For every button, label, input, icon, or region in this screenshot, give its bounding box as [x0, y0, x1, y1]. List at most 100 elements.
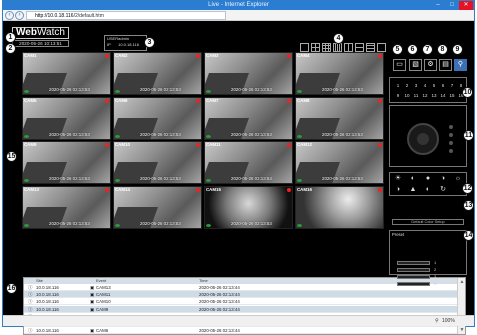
- preset-slot[interactable]: [397, 275, 430, 279]
- channel-button[interactable]: 6: [439, 82, 447, 89]
- record-button[interactable]: ▧: [409, 59, 422, 71]
- camera-name: CAM5: [24, 97, 37, 103]
- log-row[interactable]: ⓘ 10.0.18.116 ▣ CAM11 2020-05-26 02:13:44: [24, 291, 458, 299]
- close-button[interactable]: ✕: [459, 1, 473, 10]
- camera-name: CAM2: [115, 53, 128, 58]
- camera-name: CAM1: [24, 53, 37, 58]
- ptz-joystick[interactable]: [407, 123, 439, 155]
- camera-tile[interactable]: CAM2 2020-05-26 02:13:53: [113, 52, 202, 95]
- current-datetime: 2020-05-26 10:13:51: [12, 40, 69, 47]
- camera-feed: [296, 186, 383, 228]
- layout-6-button[interactable]: [344, 43, 353, 52]
- channel-button[interactable]: 13: [430, 92, 438, 99]
- camera-tile[interactable]: CAM5 2020-05-26 02:13:53: [22, 96, 111, 140]
- camera-tile[interactable]: CAM16: [295, 185, 384, 229]
- playback-button[interactable]: ▤: [439, 59, 452, 71]
- ptz-center[interactable]: [417, 133, 429, 145]
- minimize-button[interactable]: –: [431, 1, 445, 10]
- preset-number: 3: [434, 274, 437, 279]
- status-dot-icon: [115, 179, 120, 182]
- image-adjust-icon[interactable]: ↻: [439, 186, 447, 194]
- image-adjust-icon[interactable]: ☀: [394, 175, 402, 183]
- preset-slot[interactable]: [397, 268, 430, 272]
- image-adjust-icon[interactable]: ▲: [409, 186, 417, 194]
- settings-button[interactable]: ⚙: [424, 59, 437, 71]
- back-icon[interactable]: ‹: [5, 11, 14, 20]
- log-row[interactable]: ⓘ 10.0.18.116 ▣ CAM10 2020-05-26 02:13:44: [24, 298, 458, 306]
- log-row[interactable]: ⓘ 10.0.18.116 ▣ CAM9 2020-05-26 02:13:44: [24, 305, 458, 313]
- camera-tile[interactable]: CAM10 2020-05-26 02:13:53: [113, 141, 202, 184]
- zoom-level[interactable]: 100%: [442, 316, 455, 326]
- callout-marker: 15: [6, 151, 17, 162]
- camera-tile[interactable]: CAM9 2020-05-26 02:13:53: [22, 141, 111, 184]
- maximize-button[interactable]: □: [445, 1, 459, 10]
- forward-icon[interactable]: ›: [15, 11, 24, 20]
- channel-button[interactable]: 10: [403, 92, 411, 99]
- status-dot-icon: [206, 90, 211, 93]
- camera-tile[interactable]: CAM4 2020-05-26 02:13:53: [295, 52, 384, 95]
- channel-button[interactable]: 2: [403, 82, 411, 89]
- channel-button[interactable]: 12: [421, 92, 429, 99]
- layout-4-button[interactable]: [311, 43, 320, 52]
- status-dot-icon: [115, 223, 120, 227]
- camera-tile[interactable]: CAM1 2020-05-26 02:13:53: [22, 52, 111, 95]
- layout-1-button[interactable]: [300, 43, 309, 52]
- camera-tile[interactable]: CAM12 2020-05-26 02:13:53: [295, 141, 384, 184]
- camera-tile[interactable]: CAM14 2020-05-26 02:13:53: [113, 185, 202, 229]
- preset-slot[interactable]: [397, 282, 430, 286]
- camera-tile[interactable]: CAM3 2020-05-26 02:13:53: [204, 52, 293, 95]
- channel-button[interactable]: 9: [394, 92, 402, 99]
- snapshot-button[interactable]: ▭: [393, 59, 406, 71]
- image-adjust-icon[interactable]: ◑: [439, 175, 447, 183]
- scroll-down-icon[interactable]: ▼: [459, 327, 465, 333]
- camera-tile[interactable]: CAM13 2020-05-26 02:13:53: [22, 185, 111, 229]
- channel-button[interactable]: 3: [412, 82, 420, 89]
- status-dot-icon: [24, 179, 29, 182]
- focus-icon[interactable]: [449, 141, 453, 145]
- channel-button[interactable]: 5: [430, 82, 438, 89]
- camera-tile[interactable]: CAM11 2020-05-26 02:13:53: [204, 141, 293, 184]
- layout-16-button[interactable]: [333, 43, 342, 52]
- channel-button[interactable]: 4: [421, 82, 429, 89]
- record-indicator-icon: [378, 187, 382, 192]
- channel-button[interactable]: 14: [439, 92, 447, 99]
- status-dot-icon: [206, 134, 211, 138]
- channel-button[interactable]: 15: [448, 92, 456, 99]
- status-dot-icon: [297, 90, 302, 93]
- address-bar: ‹ › http://10.0.18.116/2/default.htm: [3, 10, 474, 21]
- image-adjust-icon[interactable]: ●: [424, 175, 432, 183]
- log-event: CAM13: [96, 285, 111, 290]
- iris-icon[interactable]: [449, 149, 453, 153]
- channel-button[interactable]: 7: [448, 82, 456, 89]
- channel-button[interactable]: 1: [394, 82, 402, 89]
- default-color-button[interactable]: Default Color Setup: [392, 219, 464, 225]
- image-adjust-icon[interactable]: ◐: [424, 186, 432, 194]
- layout-8-button[interactable]: [355, 43, 364, 52]
- layout-13-button[interactable]: [366, 43, 375, 52]
- zoom-in-icon[interactable]: [449, 125, 453, 129]
- camera-tile[interactable]: CAM6 2020-05-26 02:13:53: [113, 96, 202, 140]
- image-adjust-icon[interactable]: ◐: [409, 175, 417, 183]
- save-icon: ▧: [412, 61, 419, 68]
- scroll-up-icon[interactable]: ▲: [459, 279, 465, 285]
- log-row[interactable]: ⓘ 10.0.18.116 ▣ CAM13 2020-05-26 02:13:44: [24, 284, 458, 291]
- info-icon: ⓘ: [28, 299, 33, 305]
- layout-9-button[interactable]: [322, 43, 331, 52]
- log-site: 10.0.18.116: [36, 328, 59, 334]
- search-button[interactable]: ⚲: [454, 59, 467, 71]
- image-adjust-icon[interactable]: ☼: [454, 175, 462, 183]
- image-adjust-icon[interactable]: ◑: [394, 186, 402, 194]
- camera-tile[interactable]: CAM8 2020-05-26 02:13:53: [295, 96, 384, 140]
- channel-button[interactable]: 11: [412, 92, 420, 99]
- camera-tile[interactable]: CAM7 2020-05-26 02:13:53: [204, 96, 293, 140]
- log-row[interactable]: ⓘ 10.0.18.116 ▣ CAM6 2020-05-26 02:13:44: [24, 327, 458, 335]
- log-site: 10.0.18.116: [36, 306, 59, 312]
- fullscreen-button[interactable]: [377, 43, 386, 52]
- callout-marker: 9: [452, 44, 463, 55]
- preset-slot[interactable]: [397, 261, 430, 265]
- camera-tile[interactable]: CAM15 2020-05-26 02:13:53: [204, 185, 293, 229]
- zoom-out-icon[interactable]: [449, 133, 453, 137]
- camera-timestamp: 2020-05-26 02:13:53: [231, 131, 272, 137]
- window-title: Live - Internet Explorer: [208, 2, 269, 8]
- url-field[interactable]: http://10.0.18.116/2/default.htm: [26, 11, 226, 20]
